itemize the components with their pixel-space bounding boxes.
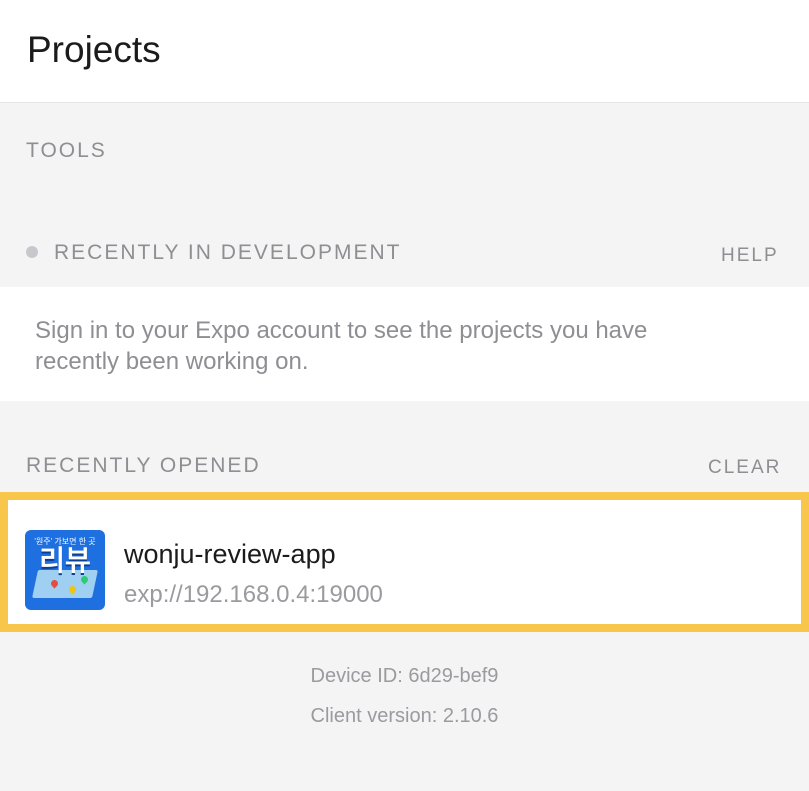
app-icon-title: 리뷰 [39, 545, 91, 576]
client-version: Client version: 2.10.6 [310, 705, 499, 727]
clear-button[interactable]: CLEAR [708, 456, 781, 480]
device-id: Device ID: 6d29-bef9 [310, 665, 499, 687]
help-button[interactable]: HELP [721, 244, 779, 268]
recently-in-development-label: RECENTLY IN DEVELOPMENT [54, 241, 402, 264]
project-item-wonju-review-app[interactable]: '원주' 가보면 한 곳 리뷰 wonju-review-app exp://1… [0, 492, 809, 632]
status-dot-icon [26, 246, 38, 258]
recently-opened-label: RECENTLY OPENED [26, 454, 261, 477]
project-name: wonju-review-app [124, 539, 336, 569]
header: Projects [0, 0, 809, 103]
tools-section-label: TOOLS [26, 139, 107, 162]
signin-card: Sign in to your Expo account to see the … [0, 287, 809, 401]
page-title: Projects [27, 29, 161, 70]
signin-message: Sign in to your Expo account to see the … [35, 317, 648, 375]
app-icon: '원주' 가보면 한 곳 리뷰 [25, 530, 105, 610]
project-url: exp://192.168.0.4:19000 [124, 581, 383, 608]
